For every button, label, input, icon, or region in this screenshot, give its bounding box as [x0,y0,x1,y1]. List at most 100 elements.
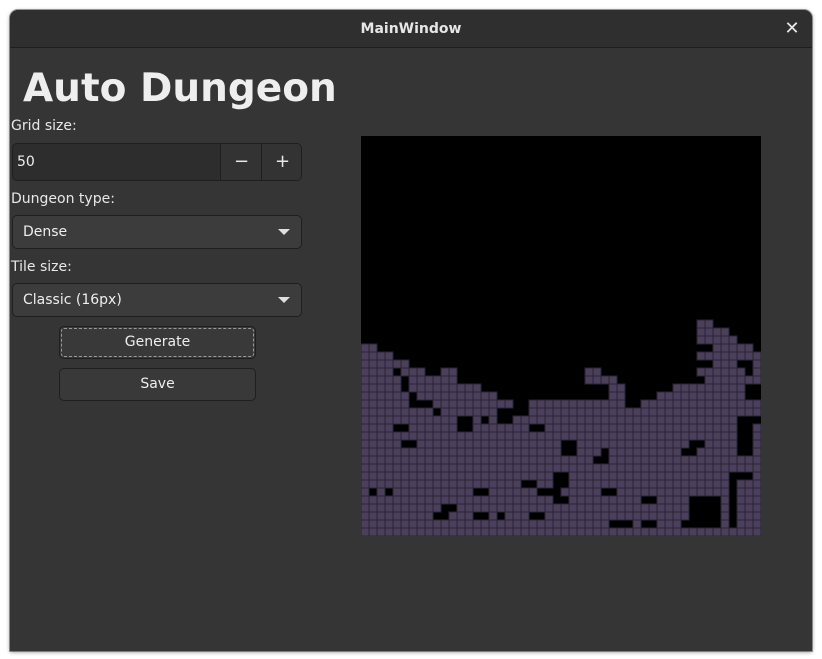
floor-tile [608,455,618,465]
floor-tile [744,519,754,529]
floor-tile [472,503,482,513]
floor-tile [680,471,690,481]
floor-tile [416,423,426,433]
floor-tile [576,439,586,449]
floor-tile [664,463,674,473]
grid-size-input[interactable]: 50 [17,144,35,180]
floor-tile [648,487,658,497]
floor-tile [448,511,458,521]
dungeon-type-dropdown[interactable]: Dense [12,215,302,249]
title-bar[interactable]: MainWindow ✕ [10,10,812,48]
floor-tile [632,495,642,505]
floor-tile [416,367,426,377]
floor-tile [664,519,674,529]
floor-tile [520,423,530,433]
floor-tile [368,367,378,377]
floor-tile [632,439,642,449]
floor-tile [616,439,626,449]
floor-tile [704,439,714,449]
grid-size-spinbutton[interactable]: 50 − + [12,143,302,181]
floor-tile [664,399,674,409]
floor-tile [728,447,738,457]
floor-tile [440,391,450,401]
floor-tile [368,375,378,385]
floor-tile [664,495,674,505]
floor-tile [616,455,626,465]
floor-tile [704,407,714,417]
floor-tile [504,495,514,505]
floor-tile [456,479,466,489]
floor-tile [376,495,386,505]
main-window: MainWindow ✕ Auto Dungeon Grid size: 50 … [10,10,812,651]
floor-tile [616,391,626,401]
save-button[interactable]: Save [59,368,256,401]
floor-tile [424,503,434,513]
tile-size-dropdown[interactable]: Classic (16px) [12,283,302,317]
floor-tile [368,431,378,441]
floor-tile [552,399,562,409]
floor-tile [472,431,482,441]
floor-tile [592,415,602,425]
floor-tile [592,439,602,449]
floor-tile [616,463,626,473]
floor-tile [608,471,618,481]
increment-button[interactable]: + [261,144,301,180]
floor-tile [720,399,730,409]
floor-tile [408,511,418,521]
generate-button[interactable]: Generate [59,326,256,359]
floor-tile [424,527,434,536]
floor-tile [440,407,450,417]
floor-tile [368,383,378,393]
dungeon-type-label: Dungeon type: [11,191,115,207]
decrement-button[interactable]: − [220,144,262,180]
floor-tile [464,431,474,441]
floor-tile [624,447,634,457]
floor-tile [568,495,578,505]
floor-tile [480,407,490,417]
floor-tile [688,487,698,497]
floor-tile [488,423,498,433]
floor-tile [672,463,682,473]
floor-tile [680,415,690,425]
floor-tile [592,407,602,417]
floor-tile [472,439,482,449]
floor-tile [376,407,386,417]
floor-tile [576,511,586,521]
floor-tile [680,399,690,409]
floor-tile [720,479,730,489]
floor-tile [361,527,370,536]
floor-tile [472,519,482,529]
floor-tile [712,407,722,417]
floor-tile [696,367,706,377]
floor-tile [672,519,682,529]
floor-tile [720,463,730,473]
floor-tile [640,431,650,441]
floor-tile [448,527,458,536]
floor-tile [376,463,386,473]
floor-tile [361,367,370,377]
floor-tile [400,455,410,465]
close-icon[interactable]: ✕ [782,19,802,39]
floor-tile [744,495,754,505]
floor-tile [600,399,610,409]
floor-tile [696,527,706,536]
floor-tile [616,423,626,433]
floor-tile [400,487,410,497]
floor-tile [672,511,682,521]
floor-tile [361,487,370,497]
floor-tile [704,327,714,337]
floor-tile [496,455,506,465]
floor-tile [456,527,466,536]
floor-tile [361,511,370,521]
floor-tile [400,399,410,409]
floor-tile [728,351,738,361]
floor-tile [392,471,402,481]
floor-tile [696,447,706,457]
floor-tile [512,415,522,425]
floor-tile [472,527,482,536]
floor-tile [440,399,450,409]
floor-tile [720,351,730,361]
floor-tile [368,471,378,481]
floor-tile [672,487,682,497]
floor-tile [408,447,418,457]
